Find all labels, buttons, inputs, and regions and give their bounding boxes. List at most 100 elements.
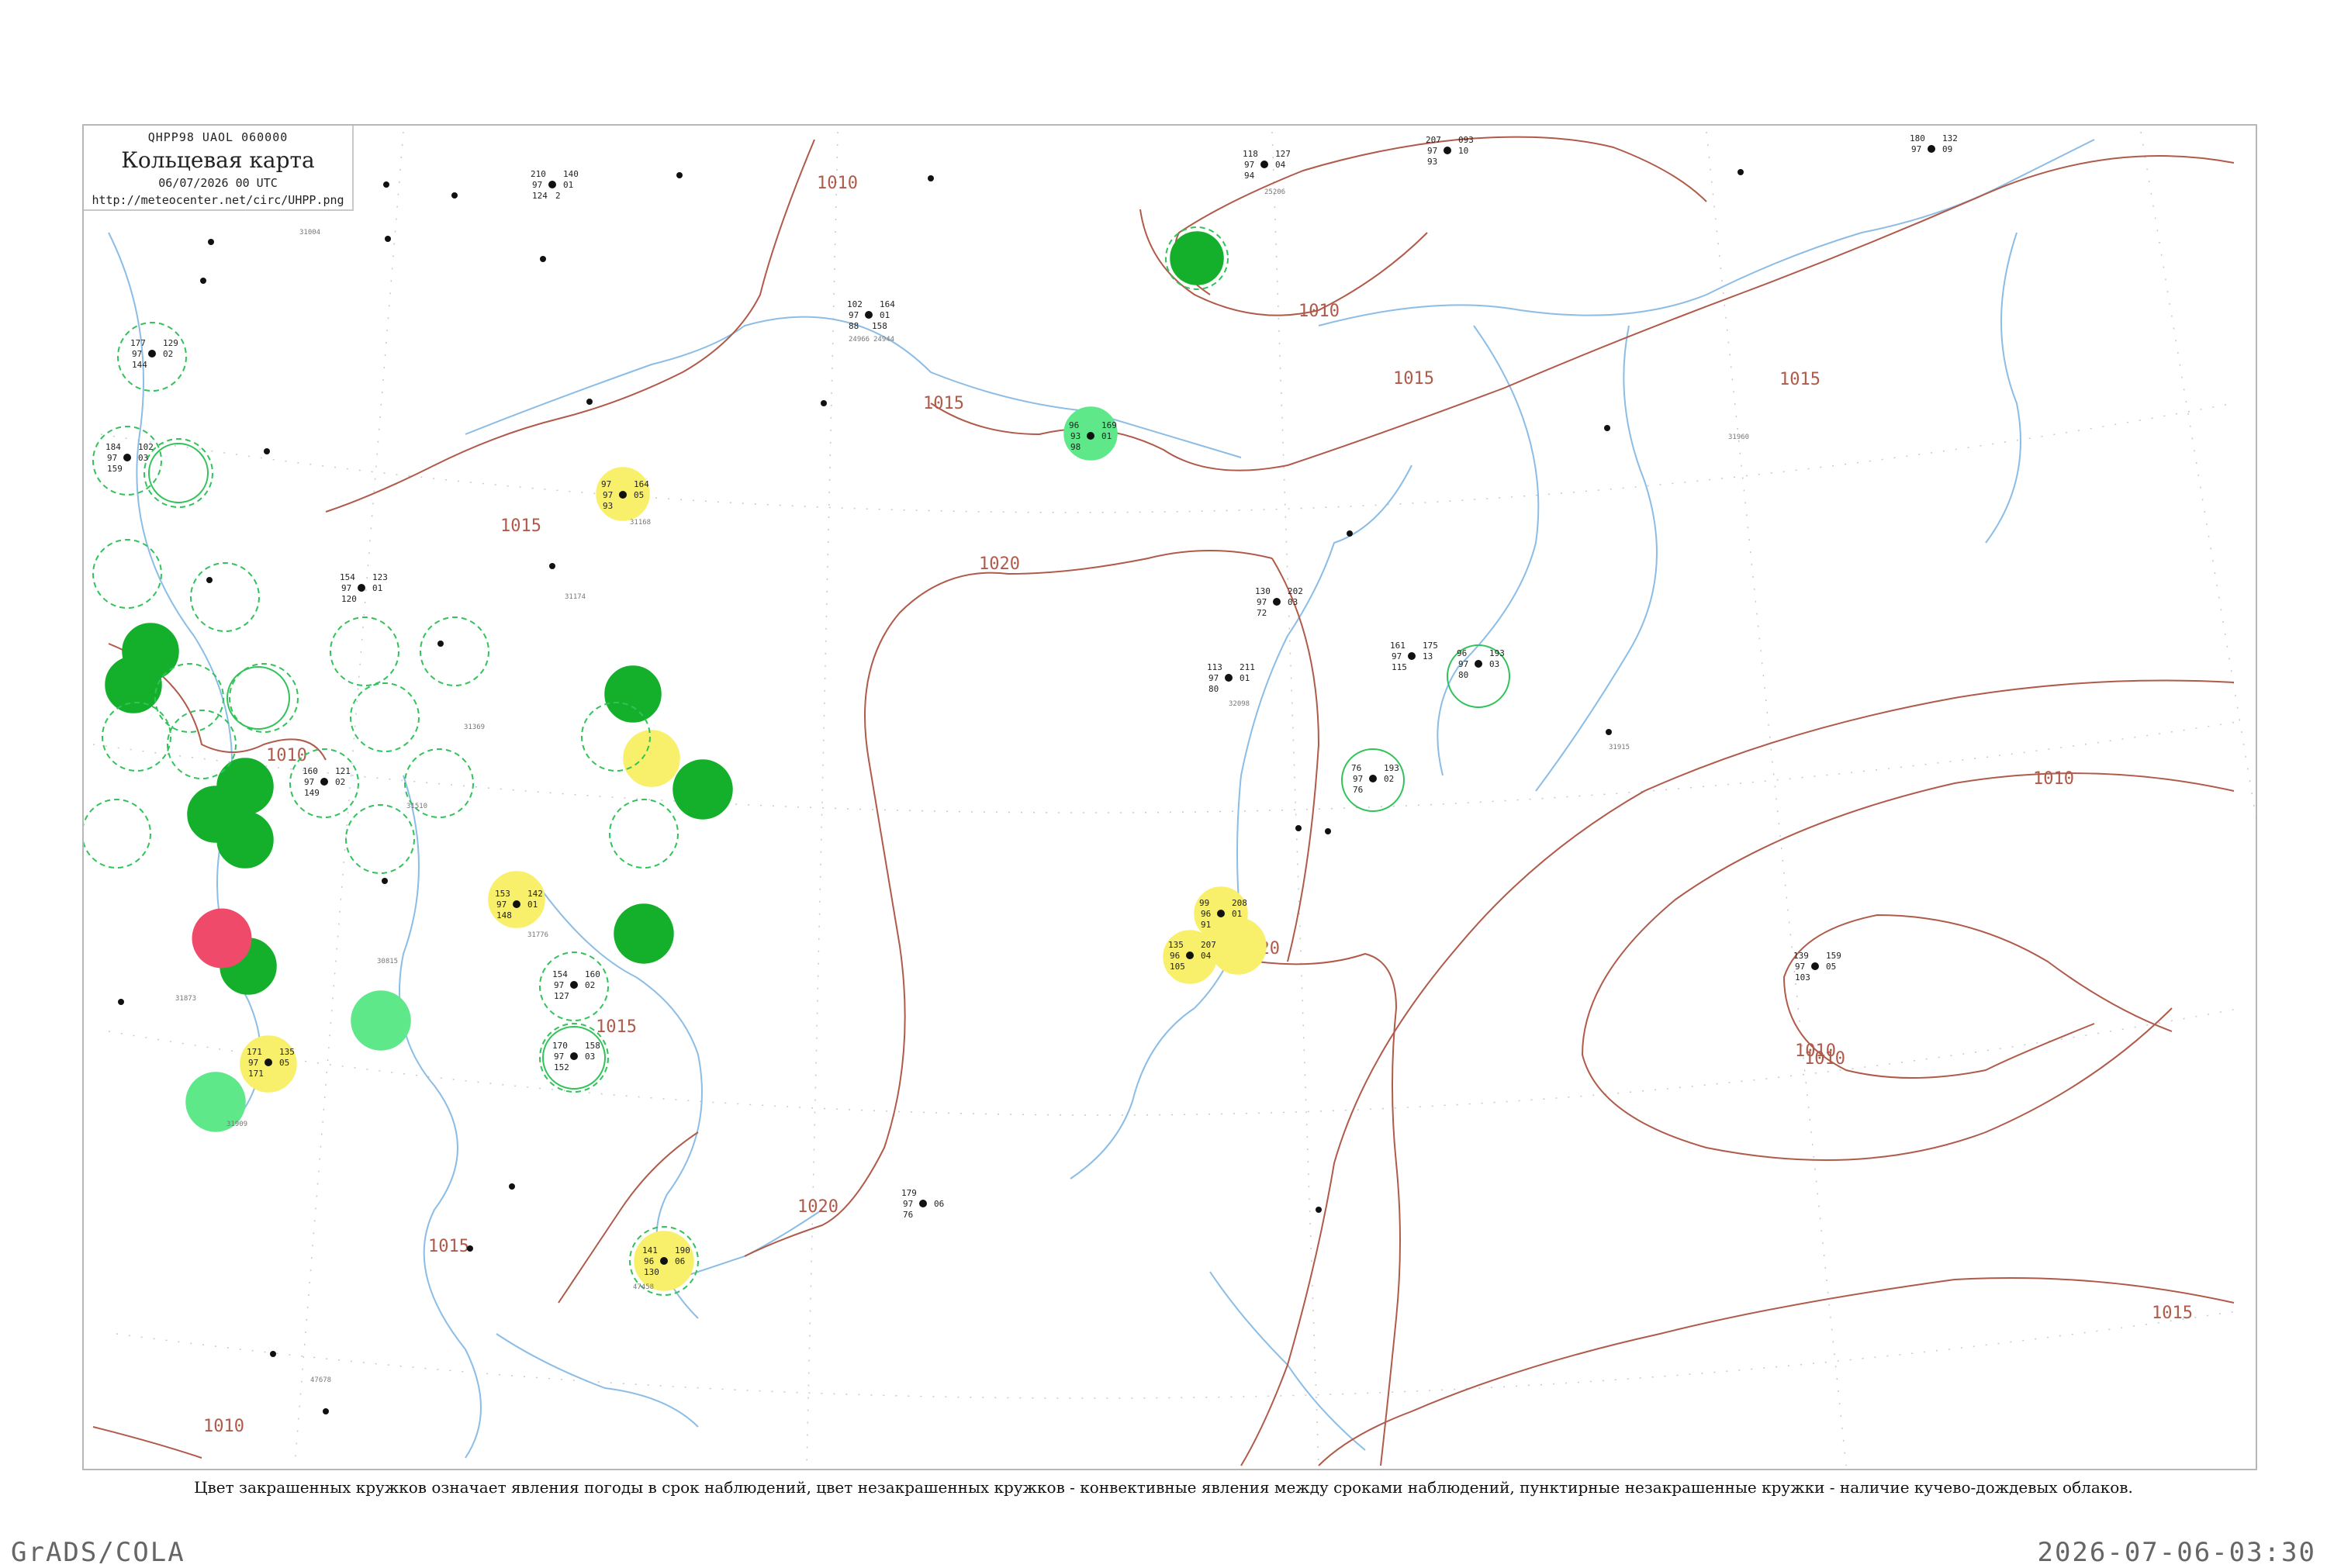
station-value: 144 xyxy=(132,360,147,370)
station-plot[interactable]: 170 158 97 03 152 xyxy=(552,1041,600,1072)
cb-cloud-ring[interactable] xyxy=(350,682,420,752)
station-marker[interactable] xyxy=(105,656,162,713)
station-plots: 210 140 97 01 124 2 102 164 97 01 88 158… xyxy=(105,133,1958,1414)
map-info-box: QHPP98 UAOL 060000 Кольцевая карта 06/07… xyxy=(84,126,354,211)
station-value: 103 xyxy=(1795,972,1810,983)
cb-cloud-ring[interactable] xyxy=(345,804,415,874)
cb-cloud-ring[interactable] xyxy=(92,539,162,609)
map-title: Кольцевая карта xyxy=(121,147,315,173)
station-value: 13 xyxy=(1423,651,1433,661)
station-value: 06 xyxy=(934,1199,944,1209)
station-id: 47678 xyxy=(310,1376,331,1384)
isobar-label: 1010 xyxy=(266,746,307,765)
map-date: 06/07/2026 00 UTC xyxy=(158,176,278,190)
station-value: 102 xyxy=(138,442,154,452)
station-plot[interactable]: 160 121 97 02 149 xyxy=(303,766,351,798)
station-plot[interactable]: 179 97 06 76 xyxy=(901,1188,944,1220)
station-marker[interactable] xyxy=(192,908,252,969)
cb-cloud-ring[interactable] xyxy=(420,616,489,686)
station-plot[interactable]: 76 193 97 02 76 xyxy=(1351,763,1399,795)
station-value: 03 xyxy=(138,453,148,463)
station-value: 171 xyxy=(247,1047,262,1057)
station-value: 80 xyxy=(1208,684,1219,694)
isobar-label: 1015 xyxy=(2152,1304,2193,1323)
station-value: 97 xyxy=(1392,651,1402,661)
station-value: 97 xyxy=(849,310,859,320)
station-value: 97 xyxy=(1208,673,1219,683)
cb-cloud-ring[interactable] xyxy=(143,438,213,508)
station-plot[interactable]: 210 140 97 01 124 2 xyxy=(531,169,579,201)
station-value: 164 xyxy=(634,479,649,489)
convective-ring[interactable] xyxy=(148,443,209,503)
station-plot[interactable]: 177 129 97 02 144 xyxy=(130,338,178,370)
cb-cloud-ring[interactable] xyxy=(82,799,151,869)
station-marker[interactable] xyxy=(614,903,674,964)
station-value: 97 xyxy=(1244,160,1254,170)
station-value: 97 xyxy=(341,583,351,593)
cb-cloud-ring[interactable] xyxy=(330,616,399,686)
map-canvas[interactable]: 1010 1010 1015 1015 1015 1015 1020 1010 … xyxy=(0,0,2327,1551)
station-marker[interactable] xyxy=(1209,917,1267,975)
cb-cloud-ring[interactable] xyxy=(609,799,679,869)
station-value: 03 xyxy=(585,1052,595,1062)
station-marker[interactable] xyxy=(604,665,662,723)
station-marker[interactable] xyxy=(1170,231,1224,285)
station-value: 72 xyxy=(1257,608,1267,618)
station-value: 05 xyxy=(634,490,644,500)
station-id: 24944 xyxy=(873,336,894,344)
cb-cloud-ring[interactable] xyxy=(190,562,260,632)
station-marker[interactable] xyxy=(673,759,733,820)
station-value: 97 xyxy=(601,479,611,489)
station-value: 177 xyxy=(130,338,146,348)
station-plot[interactable]: 207 093 97 10 93 xyxy=(1426,135,1474,167)
station-value: 01 xyxy=(880,310,890,320)
isobar-label: 1015 xyxy=(596,1017,637,1037)
station-value: 113 xyxy=(1207,662,1222,672)
station-value: 179 xyxy=(901,1188,917,1198)
station-id: 25206 xyxy=(1264,188,1285,196)
station-value: 76 xyxy=(903,1210,913,1220)
station-value: 170 xyxy=(552,1041,568,1051)
station-plot[interactable]: 154 123 97 01 120 xyxy=(340,572,388,604)
isobar-label: 1010 xyxy=(203,1417,244,1436)
station-value: 207 xyxy=(1201,940,1216,950)
station-value: 102 xyxy=(847,299,863,309)
station-id: 30815 xyxy=(377,958,398,965)
station-value: 208 xyxy=(1232,898,1247,908)
station-value: 184 xyxy=(105,442,121,452)
station-value: 141 xyxy=(642,1245,658,1255)
station-plot[interactable]: 180 132 97 09 xyxy=(1910,133,1958,154)
station-plot[interactable]: 96 193 97 03 80 xyxy=(1457,648,1505,680)
isobar-label: 1015 xyxy=(923,394,964,413)
map-url-link[interactable]: http://meteocenter.net/circ/UHPP.png xyxy=(84,193,352,207)
station-value: 76 xyxy=(1351,763,1361,773)
station-plot[interactable]: 113 211 97 01 80 xyxy=(1207,662,1255,694)
station-plot[interactable]: 130 202 97 03 72 xyxy=(1255,586,1303,618)
station-plot[interactable]: 102 164 97 01 88 158 xyxy=(847,299,895,331)
cb-cloud-ring[interactable] xyxy=(154,663,224,733)
station-id: 32098 xyxy=(1229,700,1250,708)
station-value: 93 xyxy=(603,501,613,511)
convective-ring[interactable] xyxy=(226,666,290,730)
station-marker[interactable] xyxy=(351,990,411,1051)
station-id: 31510 xyxy=(406,803,427,810)
isobar-label: 1010 xyxy=(2033,769,2074,789)
station-plot[interactable]: 154 160 97 02 127 xyxy=(552,969,600,1001)
station-value: 129 xyxy=(163,338,178,348)
station-value: 96 xyxy=(1201,909,1211,919)
station-marker[interactable] xyxy=(216,811,274,869)
station-value: 97 xyxy=(107,453,117,463)
station-marker[interactable] xyxy=(623,730,680,787)
station-value: 142 xyxy=(527,889,543,899)
station-value: 97 xyxy=(304,777,314,787)
station-value: 96 xyxy=(1457,648,1467,658)
station-value: 03 xyxy=(1288,597,1298,607)
cb-cloud-ring[interactable] xyxy=(229,663,299,733)
isobar-label: 1010 xyxy=(1804,1049,1845,1069)
station-plot[interactable]: 118 127 97 04 94 xyxy=(1243,149,1291,181)
station-plot[interactable]: 139 159 97 05 103 xyxy=(1793,951,1841,983)
station-plot[interactable]: 161 175 97 13 115 xyxy=(1390,641,1438,672)
station-plot[interactable]: 184 102 97 03 159 xyxy=(105,442,154,474)
isobar-label: 1015 xyxy=(1779,370,1820,389)
station-value: 09 xyxy=(1942,144,1952,154)
